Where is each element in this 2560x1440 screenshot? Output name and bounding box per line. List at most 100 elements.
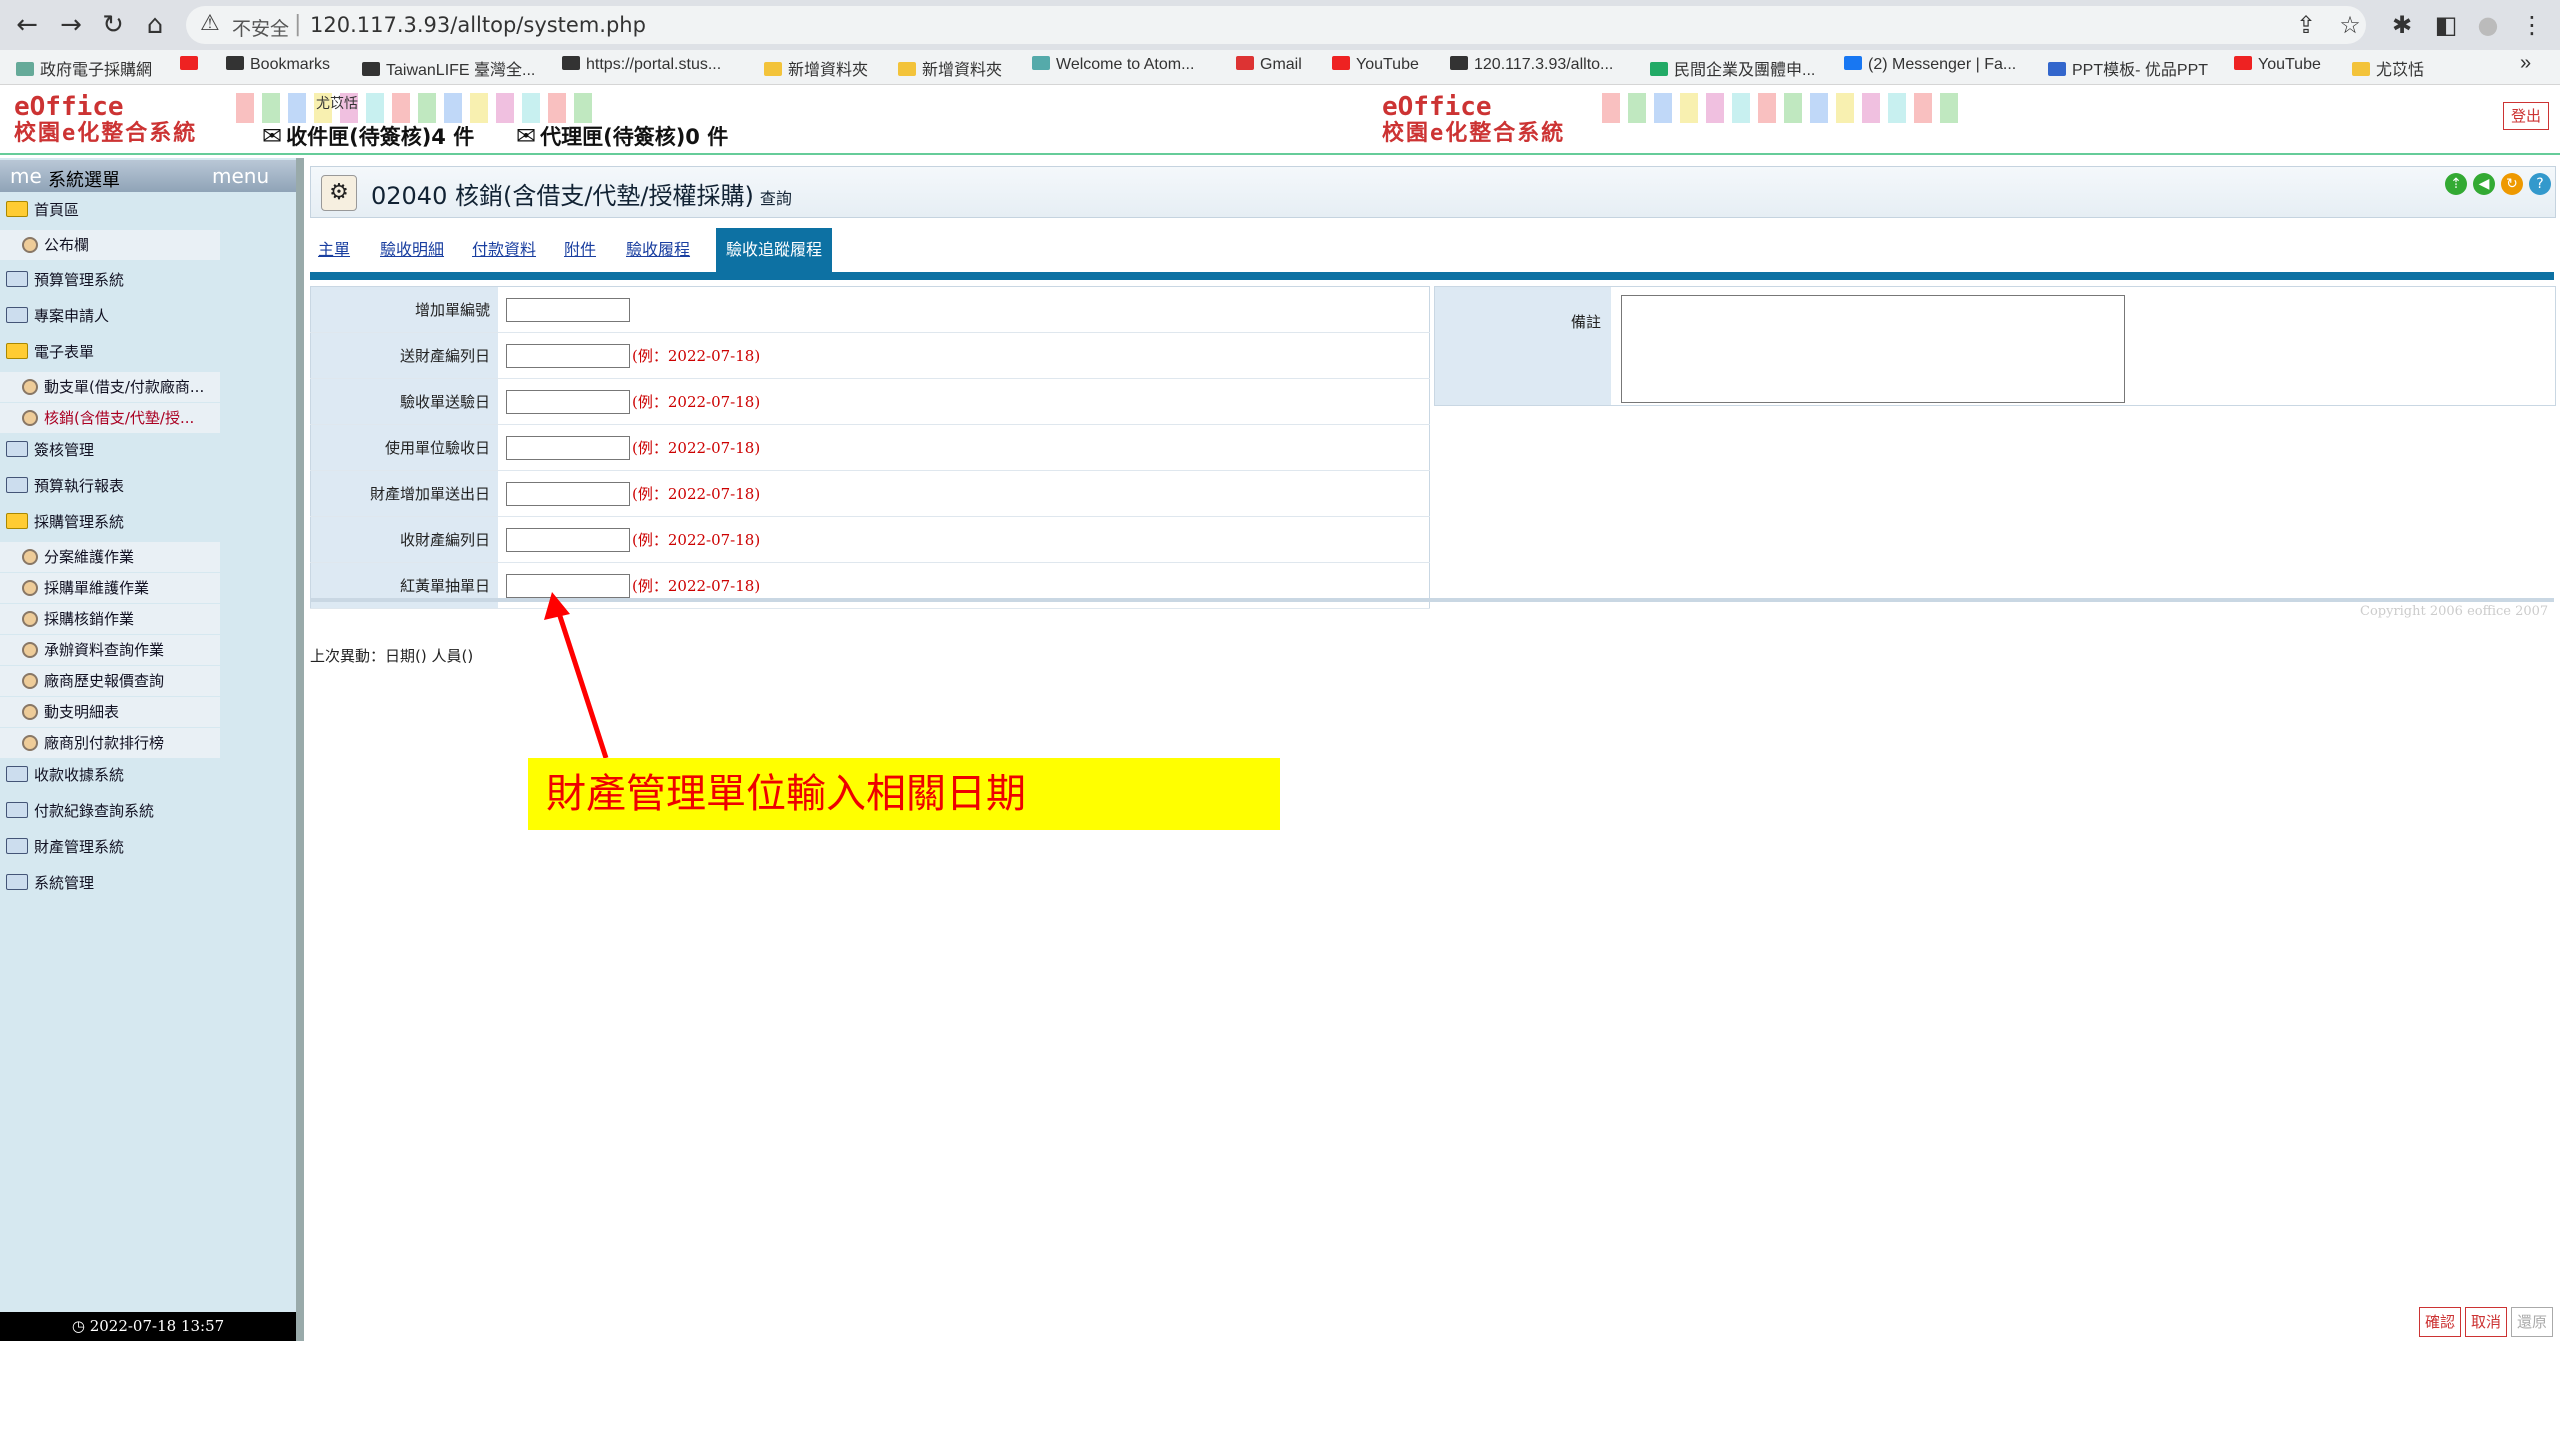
inbox-link[interactable]: ✉ 收件匣(待簽核)4 件 <box>262 121 474 151</box>
sidebar-folder[interactable]: 財產管理系統 <box>0 831 296 863</box>
back-arrow-icon[interactable]: ◀ <box>2473 173 2495 195</box>
restore-button[interactable]: 還原 <box>2511 1307 2553 1337</box>
sidebar-subitem[interactable]: 採購單維護作業 <box>0 573 220 603</box>
sidebar-subitem[interactable]: 廠商歷史報價查詢 <box>0 666 220 696</box>
sidebar-subitem[interactable]: 承辦資料查詢作業 <box>0 635 220 665</box>
refresh-icon[interactable]: ↻ <box>2501 173 2523 195</box>
page-title: 02040 核銷(含借支/代墊/授權採購) 查詢 <box>371 176 792 211</box>
bookmark-item[interactable] <box>180 56 204 74</box>
bookmark-item[interactable]: Bookmarks <box>226 56 330 74</box>
sidebar-folder[interactable]: 收款收據系統 <box>0 759 296 791</box>
bookmark-icon <box>180 56 198 70</box>
proxy-box-link[interactable]: ✉ 代理匣(待簽核)0 件 <box>516 121 728 151</box>
home-icon[interactable]: ⌂ <box>138 8 172 42</box>
date-input[interactable] <box>506 389 630 414</box>
page-titlebar: ⚙ 02040 核銷(含借支/代墊/授權採購) 查詢 ⇡ ◀ ↻ ? <box>310 166 2556 218</box>
bookmark-label: https://portal.stus... <box>586 56 722 73</box>
tab-item[interactable]: 驗收履程 <box>626 236 690 260</box>
bookmarks-overflow-icon[interactable]: » <box>2520 52 2531 75</box>
field-value-cell: (例：2022-07-18) <box>498 516 1430 563</box>
sidebar-menu-toggle[interactable]: menu <box>212 164 269 188</box>
forward-icon[interactable]: → <box>54 8 88 42</box>
sidebar-folder[interactable]: 採購管理系統 <box>0 506 296 538</box>
more-menu-icon[interactable]: ⋮ <box>2516 8 2548 42</box>
sidebar-item-label: 採購管理系統 <box>34 513 125 531</box>
sidebar-subitem[interactable]: 分案維護作業 <box>0 542 220 572</box>
tab-item[interactable]: 主單 <box>318 236 350 260</box>
date-input[interactable] <box>506 481 630 506</box>
sidebar-folder[interactable]: 預算管理系統 <box>0 264 296 296</box>
bookmark-item[interactable]: 民間企業及團體申... <box>1650 56 1815 80</box>
sidebar-folder[interactable]: 專案申請人 <box>0 300 296 332</box>
bookmark-item[interactable]: PPT模板- 优品PPT <box>2048 56 2208 80</box>
bookmark-icon <box>2352 62 2370 76</box>
sidebar-subitem[interactable]: 採購核銷作業 <box>0 604 220 634</box>
sidebar-subitem[interactable]: 動支明細表 <box>0 697 220 727</box>
date-format-hint: (例：2022-07-18) <box>632 393 761 411</box>
sidebar-item-label: 核銷(含借支/代墊/授... <box>44 409 195 427</box>
sidebar-folder[interactable]: 首頁區 <box>0 194 296 226</box>
logout-button[interactable]: 登出 <box>2503 102 2549 130</box>
bookmark-item[interactable]: YouTube <box>1332 56 1419 74</box>
field-label: 財產增加單送出日 <box>310 470 498 517</box>
bookmark-item[interactable]: 新增資料夾 <box>764 56 868 80</box>
reload-icon[interactable]: ↻ <box>96 8 130 42</box>
bookmark-item[interactable]: 尤苡恬 <box>2352 56 2424 80</box>
tab-item[interactable]: 付款資料 <box>472 236 536 260</box>
copyright: Copyright 2006 eoffice 2007 <box>2360 604 2549 619</box>
sidebar-subitem[interactable]: 核銷(含借支/代墊/授... <box>0 403 220 433</box>
bookmark-item[interactable]: Gmail <box>1236 56 1302 74</box>
date-input[interactable] <box>506 527 630 552</box>
date-input[interactable] <box>506 435 630 460</box>
sidebar-folder[interactable]: 簽核管理 <box>0 434 296 466</box>
page-mode: 查詢 <box>759 189 792 208</box>
tab-item[interactable]: 驗收追蹤履程 <box>716 228 833 272</box>
star-icon[interactable]: ☆ <box>2334 8 2366 42</box>
bookmark-item[interactable]: TaiwanLIFE 臺灣全... <box>362 56 535 80</box>
header-stripes-right <box>1602 93 1958 123</box>
extensions-icon[interactable]: ✱ <box>2386 8 2418 42</box>
bookmark-item[interactable]: (2) Messenger | Fa... <box>1844 56 2016 74</box>
field-value-cell: (例：2022-07-18) <box>498 470 1430 517</box>
tab-item[interactable]: 附件 <box>564 236 596 260</box>
sidebar-title: 系統選單 <box>48 170 120 191</box>
add-form-number-input[interactable] <box>506 297 630 322</box>
sidebar-folder[interactable]: 付款紀錄查詢系統 <box>0 795 296 827</box>
help-icon[interactable]: ? <box>2529 173 2551 195</box>
tab-bar: 主單 驗收明細 付款資料 附件 驗收履程 驗收追蹤履程 <box>310 228 2554 280</box>
form-row: 驗收單送驗日 (例：2022-07-18) <box>310 378 1430 425</box>
date-input[interactable] <box>506 343 630 368</box>
field-value-cell: (例：2022-07-18) <box>498 424 1430 471</box>
bookmark-item[interactable]: 120.117.3.93/allto... <box>1450 56 1613 74</box>
sidebar-folder[interactable]: 電子表單 <box>0 336 296 368</box>
remark-textarea[interactable] <box>1621 295 2125 403</box>
confirm-button[interactable]: 確認 <box>2419 1307 2461 1337</box>
sidebar-folder[interactable]: 預算執行報表 <box>0 470 296 502</box>
bookmark-item[interactable]: https://portal.stus... <box>562 56 721 74</box>
bookmark-label: YouTube <box>1356 56 1419 73</box>
stripe <box>288 93 306 123</box>
tab-item[interactable]: 驗收明細 <box>380 236 444 260</box>
back-icon[interactable]: ← <box>10 8 44 42</box>
sidebar-folder[interactable]: 系統管理 <box>0 867 296 899</box>
stripe <box>392 93 410 123</box>
url-text[interactable]: 120.117.3.93/alltop/system.php <box>310 13 646 37</box>
sidebar-subitem[interactable]: 廠商別付款排行榜 <box>0 728 220 758</box>
profile-icon[interactable]: ● <box>2472 8 2504 42</box>
sidebar-subitem[interactable]: 公布欄 <box>0 230 220 260</box>
sidepanel-icon[interactable]: ◧ <box>2430 8 2462 42</box>
stripe <box>1602 93 1620 123</box>
stripe <box>574 93 592 123</box>
top-icon[interactable]: ⇡ <box>2445 173 2467 195</box>
bookmark-item[interactable]: 新增資料夾 <box>898 56 1002 80</box>
bookmark-item[interactable]: Welcome to Atom... <box>1032 56 1194 74</box>
bookmark-label: TaiwanLIFE 臺灣全... <box>386 62 536 79</box>
sidebar-item-label: 系統管理 <box>34 874 95 892</box>
inbox-label: 收件匣(待簽核)4 件 <box>286 125 475 149</box>
cancel-button[interactable]: 取消 <box>2465 1307 2507 1337</box>
address-bar[interactable]: ⚠ 不安全 | 120.117.3.93/alltop/system.php <box>186 6 2366 44</box>
bookmark-item[interactable]: 政府電子採購網 <box>16 56 152 80</box>
sidebar-subitem[interactable]: 動支單(借支/付款廠商... <box>0 372 220 402</box>
share-icon[interactable]: ⇪ <box>2290 8 2322 42</box>
bookmark-item[interactable]: YouTube <box>2234 56 2321 74</box>
